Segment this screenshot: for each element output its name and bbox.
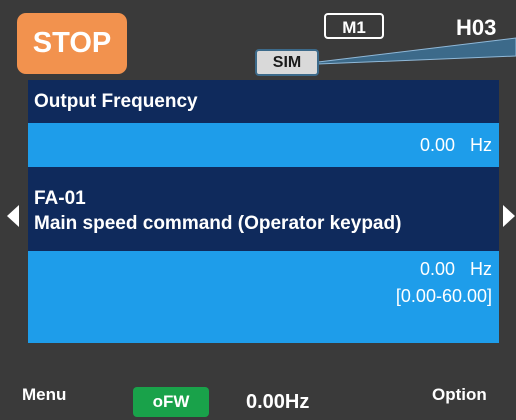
ofw-badge: oFW [133,387,209,417]
stop-button[interactable]: STOP [17,13,127,74]
status-code: H03 [456,15,497,40]
monitor-value-line: 0.00 Hz [420,135,492,156]
parameter-name: Main speed command (Operator keypad) [34,213,402,234]
parameter-code: FA-01 [34,188,86,209]
monitor-value-panel[interactable]: 0.00 Hz [28,123,499,167]
sim-badge: SIM [255,49,319,76]
menu-button[interactable]: Menu [22,385,66,405]
parameter-value-line: 0.00 Hz [420,259,492,280]
monitor-title: Output Frequency [34,91,198,112]
keypad-display: STOP M1 H03 SIM Output Frequency 0.00 Hz… [0,0,516,420]
footer-frequency: 0.00Hz [246,391,310,413]
monitor-unit: Hz [470,135,492,155]
monitor-value: 0.00 [419,135,455,155]
parameter-range: [0.00-60.00] [395,286,492,306]
monitor-title-panel[interactable]: Output Frequency [28,80,499,123]
previous-arrow-icon[interactable] [7,205,19,227]
parameter-value: 0.00 [419,259,455,279]
parameter-unit: Hz [470,259,492,279]
option-button[interactable]: Option [432,385,487,405]
parameter-header-panel[interactable]: FA-01 Main speed command (Operator keypa… [28,167,499,251]
mode-badge: M1 [324,13,384,39]
parameter-value-panel[interactable]: 0.00 Hz [0.00-60.00] [28,251,499,343]
next-arrow-icon[interactable] [503,205,515,227]
